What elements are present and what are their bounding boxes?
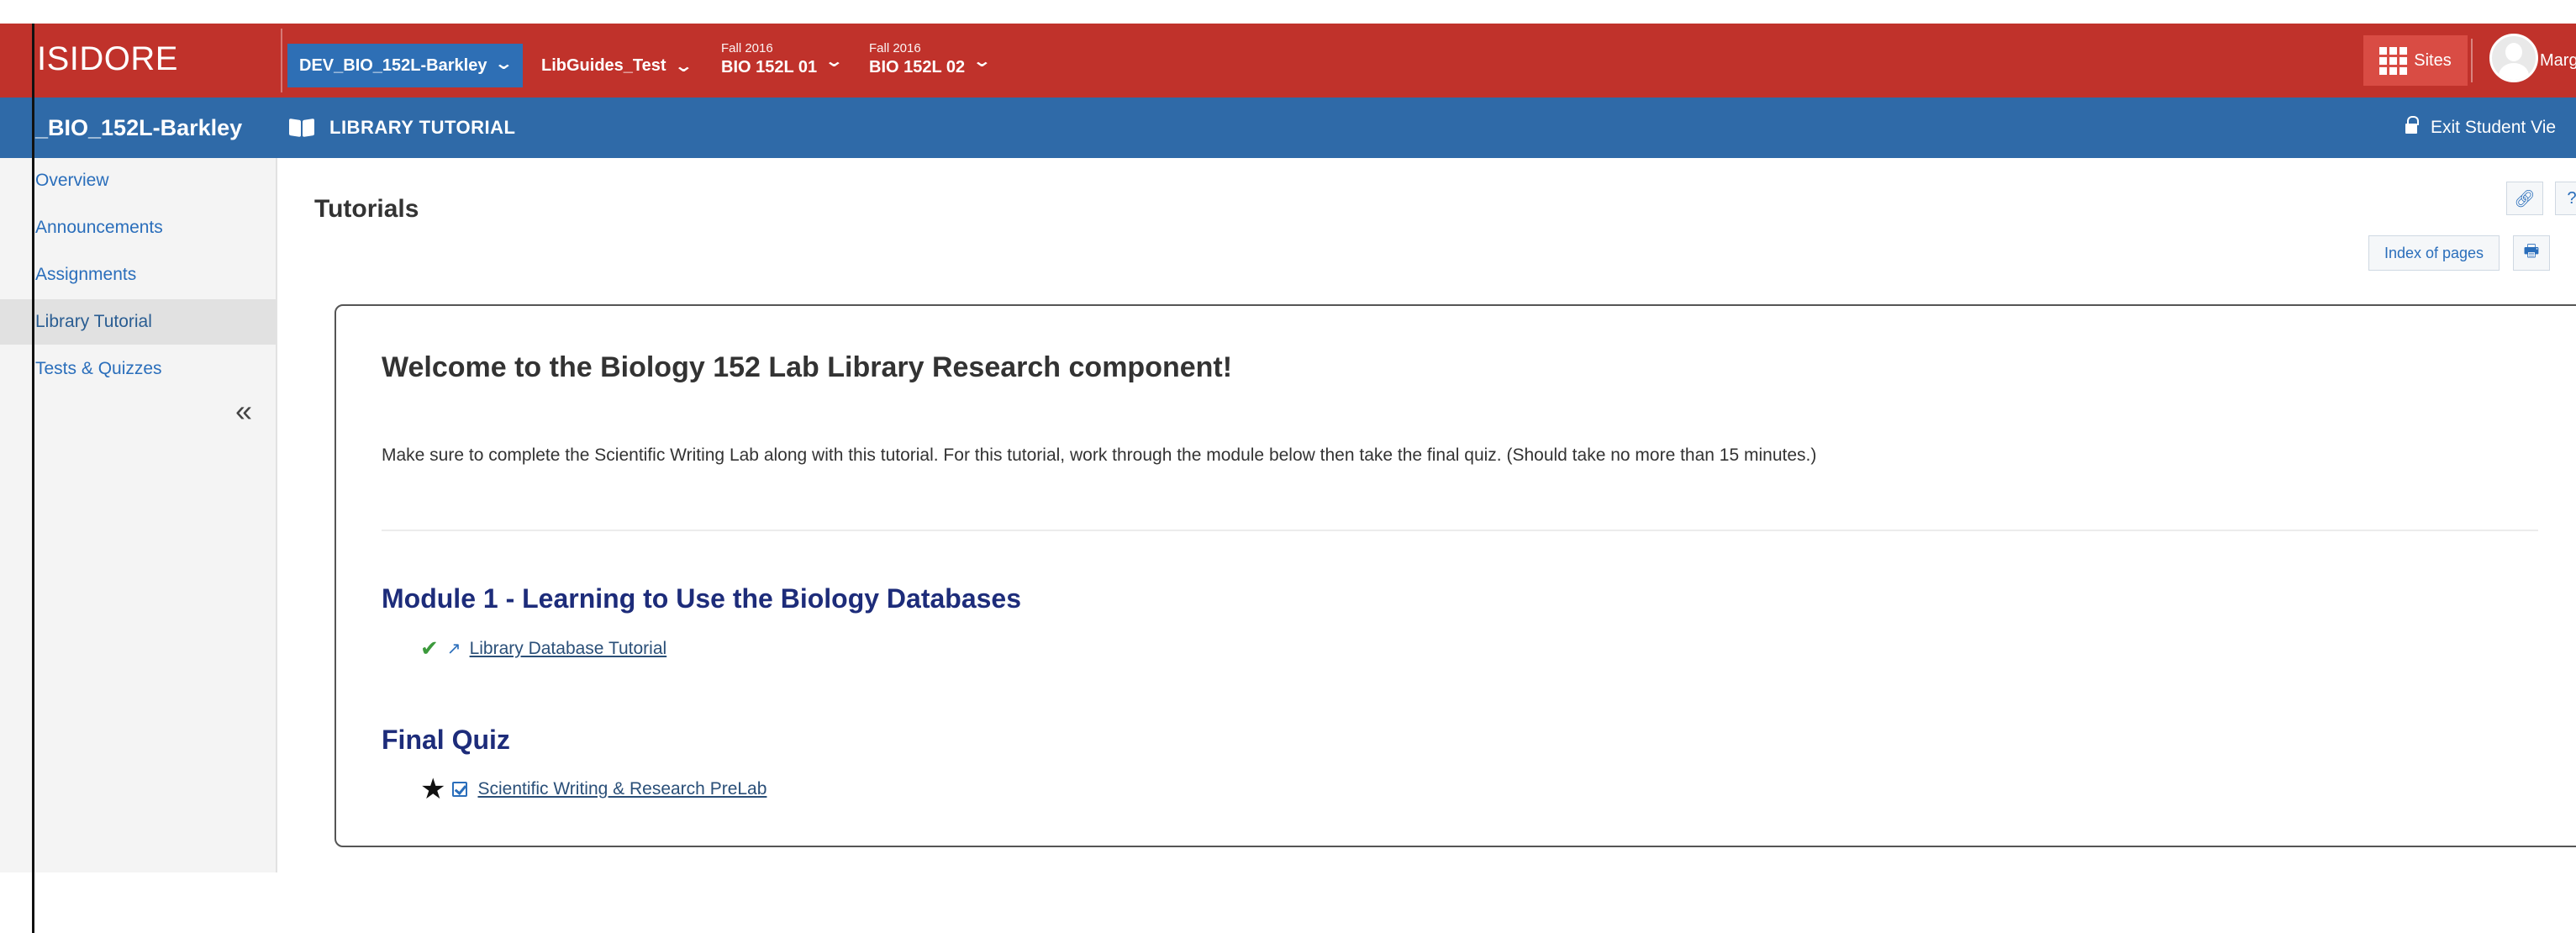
external-link-icon: ↗ (446, 640, 461, 658)
header-divider (2471, 39, 2473, 82)
chevron-down-icon[interactable]: ⌄ (972, 50, 992, 71)
brand-divider (281, 29, 282, 92)
module-list-item: ✔ ↗ Library Database Tutorial (420, 635, 666, 662)
site-tab-label: DEV_BIO_152L-Barkley (299, 56, 487, 75)
site-title: _BIO_152L-Barkley (35, 115, 243, 140)
content-divider (382, 530, 2538, 531)
check-icon: ✔ (420, 635, 439, 661)
exit-student-view-label: Exit Student Vie (2431, 118, 2557, 137)
scientific-writing-prelab-link[interactable]: Scientific Writing & Research PreLab (477, 779, 766, 799)
tool-title-label: LIBRARY TUTORIAL (329, 117, 516, 138)
index-of-pages-button[interactable]: Index of pages (2368, 235, 2500, 271)
checkbox-icon (452, 782, 468, 797)
avatar[interactable] (2489, 34, 2538, 82)
site-tab-label: BIO 152L 02 (869, 58, 966, 76)
link-icon: 🔗︎ (2514, 189, 2536, 208)
link-icon-button[interactable]: 🔗︎ (2506, 182, 2543, 215)
site-tab-bio-152l-02[interactable]: Fall 2016 BIO 152L 02 ⌄ (869, 24, 992, 98)
sidebar-item-announcements[interactable]: Announcements (0, 205, 276, 250)
help-button[interactable]: ? (2555, 182, 2576, 215)
site-tab-libguides[interactable]: LibGuides_Test ⌄ (541, 44, 693, 87)
quiz-list-item: ★ Scientific Writing & Research PreLab (420, 775, 766, 804)
print-icon: 🖶︎ (2523, 242, 2540, 261)
sites-label: Sites (2414, 50, 2452, 70)
collapse-sidebar-icon[interactable]: « (235, 393, 252, 429)
chevron-down-icon[interactable]: ⌄ (673, 55, 693, 76)
sidebar-item-assignments[interactable]: Assignments (0, 252, 276, 298)
library-database-tutorial-link[interactable]: Library Database Tutorial (470, 639, 667, 659)
page-title: Tutorials (314, 195, 419, 223)
site-tab-term: Fall 2016 (721, 41, 773, 55)
brand-logo[interactable]: ISIDORE (37, 32, 178, 86)
window-edge (32, 24, 34, 933)
tool-sidebar: Overview Announcements Assignments Libra… (0, 158, 277, 872)
site-title-bar: _BIO_152L-Barkley LIBRARY TUTORIAL Exit … (0, 98, 2576, 158)
chevron-down-icon[interactable]: ⌄ (494, 53, 514, 74)
book-icon (287, 117, 316, 139)
intro-text: Make sure to complete the Scientific Wri… (382, 445, 1817, 465)
lock-icon (2405, 116, 2419, 134)
site-tab-label: BIO 152L 01 (721, 58, 818, 76)
tool-title: LIBRARY TUTORIAL (287, 98, 515, 158)
module-heading: Module 1 - Learning to Use the Biology D… (382, 583, 1022, 614)
help-icon: ? (2567, 188, 2576, 208)
sidebar-item-overview[interactable]: Overview (0, 158, 276, 203)
site-tab-label: LibGuides_Test (541, 56, 666, 75)
site-tab-term: Fall 2016 (869, 41, 921, 55)
site-tab-dev-bio[interactable]: DEV_BIO_152L-Barkley ⌄ (287, 44, 524, 87)
grid-icon (2379, 46, 2408, 75)
sites-button[interactable]: Sites (2363, 35, 2468, 86)
chevron-down-icon[interactable]: ⌄ (824, 50, 844, 71)
site-tab-bio-152l-01[interactable]: Fall 2016 BIO 152L 01 ⌄ (721, 24, 844, 98)
final-quiz-heading: Final Quiz (382, 725, 510, 755)
top-nav-bar: ISIDORE DEV_BIO_152L-Barkley ⌄ LibGuides… (0, 24, 2576, 98)
user-name[interactable]: Marg (2540, 45, 2576, 76)
print-button[interactable]: 🖶︎ (2513, 235, 2550, 271)
exit-student-view-button[interactable]: Exit Student Vie (2405, 98, 2556, 158)
welcome-heading: Welcome to the Biology 152 Lab Library R… (382, 351, 1233, 383)
sidebar-item-tests-quizzes[interactable]: Tests & Quizzes (0, 346, 276, 392)
lesson-content-panel (335, 304, 2576, 847)
sidebar-item-library-tutorial[interactable]: Library Tutorial (0, 299, 276, 345)
required-star-icon: ★ (420, 773, 446, 805)
